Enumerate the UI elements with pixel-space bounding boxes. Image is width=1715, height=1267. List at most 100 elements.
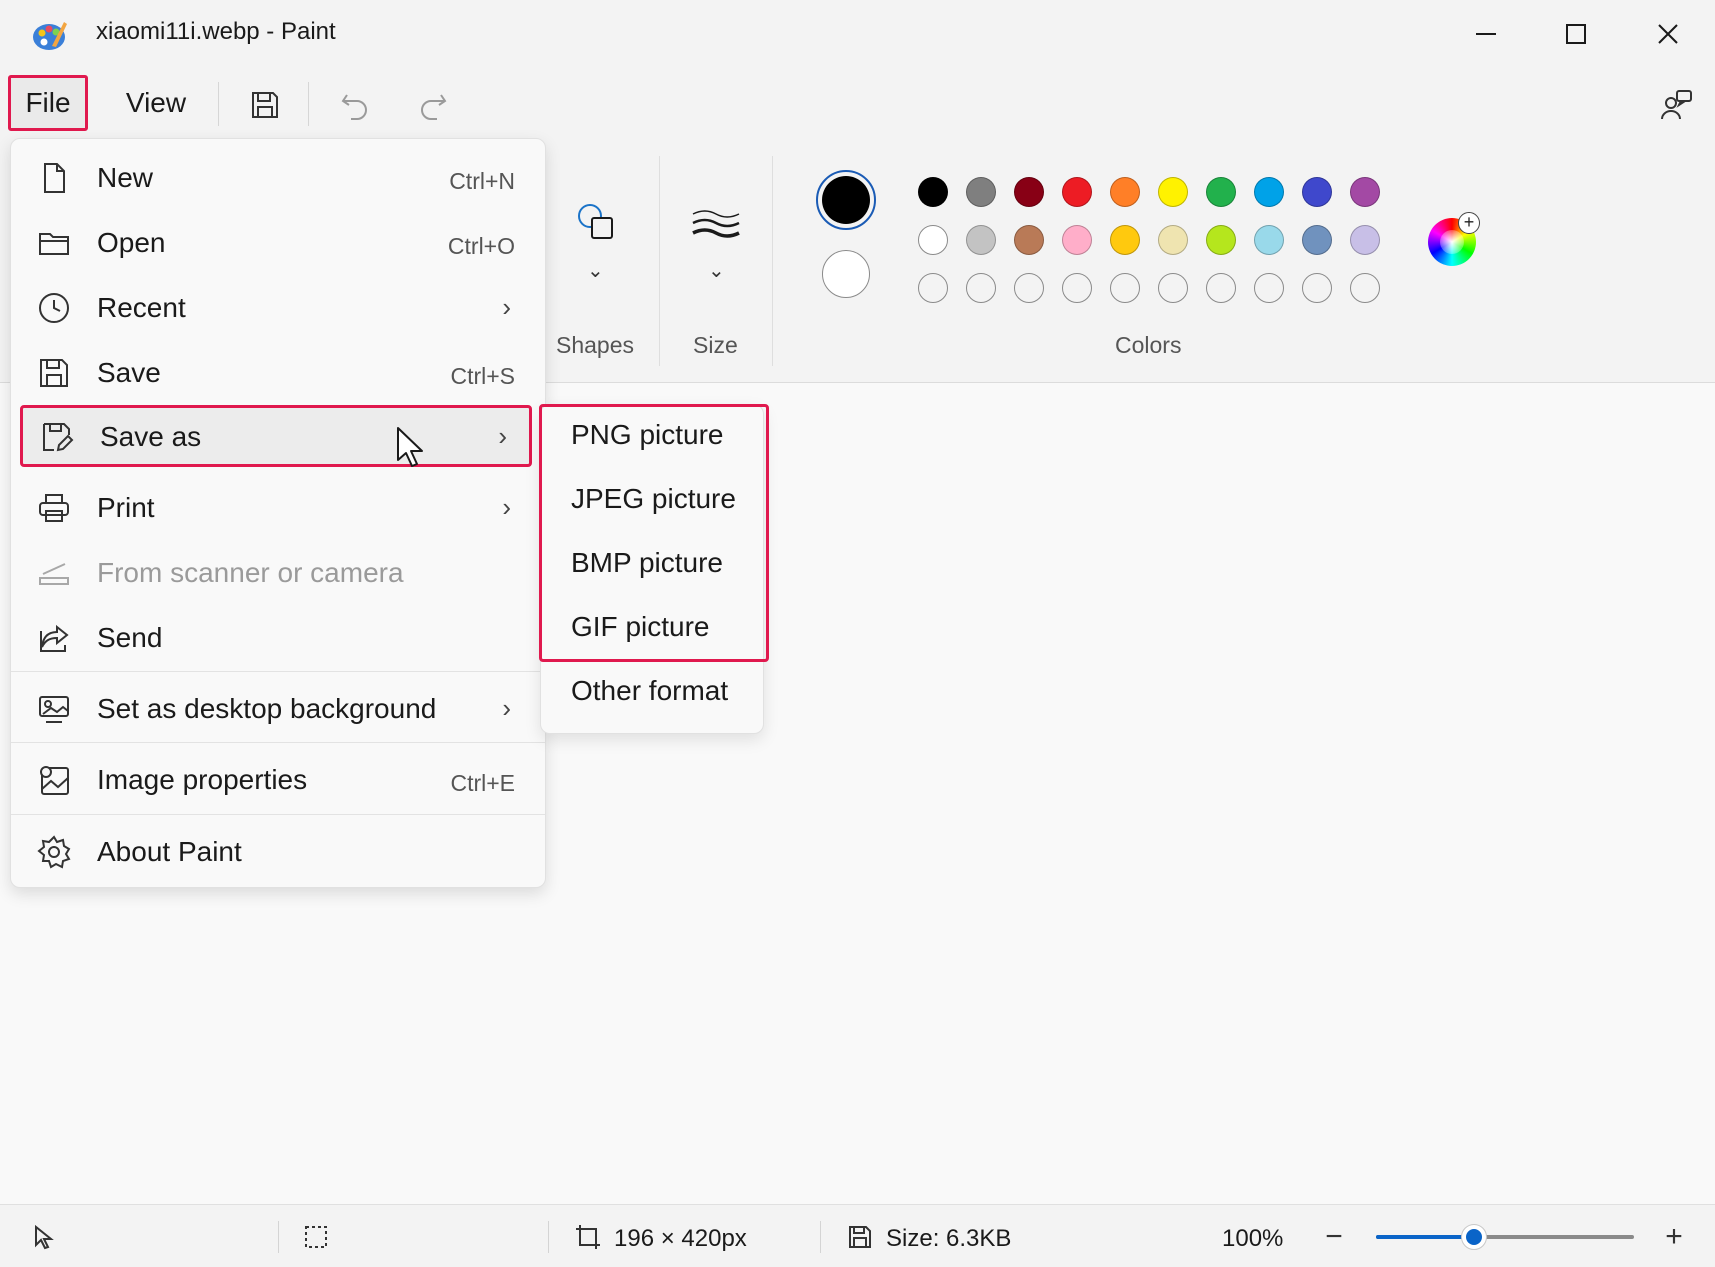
menu-item-send[interactable]: Send bbox=[11, 606, 545, 668]
undo-button[interactable] bbox=[330, 80, 380, 130]
send-share-icon bbox=[37, 621, 71, 655]
zoom-slider[interactable] bbox=[1376, 1235, 1634, 1239]
submenu-item-label: BMP picture bbox=[571, 547, 723, 578]
custom-color-slot[interactable] bbox=[1206, 273, 1236, 303]
save-as-gif[interactable]: GIF picture bbox=[541, 597, 765, 657]
color-swatch[interactable] bbox=[1350, 177, 1380, 207]
menu-item-save-as[interactable]: Save as › bbox=[20, 405, 532, 467]
color-swatch[interactable] bbox=[1062, 225, 1092, 255]
save-as-submenu: PNG picture JPEG picture BMP picture GIF… bbox=[540, 404, 764, 734]
custom-color-slot[interactable] bbox=[1014, 273, 1044, 303]
menu-item-scanner: From scanner or camera bbox=[11, 541, 545, 603]
primary-color-button[interactable] bbox=[816, 170, 876, 230]
size-button[interactable] bbox=[686, 196, 746, 256]
color-swatch[interactable] bbox=[1254, 177, 1284, 207]
clock-icon bbox=[37, 291, 71, 325]
color-swatch[interactable] bbox=[918, 225, 948, 255]
save-as-bmp[interactable]: BMP picture bbox=[541, 533, 765, 593]
minimize-button[interactable] bbox=[1446, 8, 1526, 60]
chevron-right-icon: › bbox=[502, 492, 511, 522]
submenu-item-label: JPEG picture bbox=[571, 483, 736, 514]
plus-icon: + bbox=[1665, 1220, 1683, 1253]
canvas-dimensions: 196 × 420px bbox=[614, 1225, 747, 1252]
maximize-button[interactable] bbox=[1536, 8, 1616, 60]
color-swatch[interactable] bbox=[1302, 225, 1332, 255]
color-swatch[interactable] bbox=[1302, 177, 1332, 207]
chevron-down-icon[interactable]: ⌄ bbox=[587, 258, 604, 283]
shortcut-text: Ctrl+S bbox=[450, 363, 515, 389]
save-as-other-format[interactable]: Other format bbox=[541, 661, 765, 721]
color-swatch[interactable] bbox=[966, 177, 996, 207]
file-menu-button[interactable]: File bbox=[8, 75, 88, 131]
custom-color-slot[interactable] bbox=[1158, 273, 1188, 303]
add-color-icon: + bbox=[1458, 212, 1480, 234]
zoom-slider-thumb[interactable] bbox=[1461, 1224, 1488, 1250]
menu-item-print[interactable]: Print › bbox=[11, 476, 545, 538]
menu-item-open[interactable]: Open Ctrl+O bbox=[11, 211, 545, 273]
color-swatch[interactable] bbox=[1110, 225, 1140, 255]
mouse-cursor-icon bbox=[397, 427, 423, 467]
minimize-icon bbox=[1476, 33, 1496, 35]
scanner-icon bbox=[37, 556, 71, 590]
quick-save-button[interactable] bbox=[240, 80, 290, 130]
color-swatch[interactable] bbox=[1206, 177, 1236, 207]
custom-color-slot[interactable] bbox=[1062, 273, 1092, 303]
color-swatch[interactable] bbox=[1254, 225, 1284, 255]
save-as-jpeg[interactable]: JPEG picture bbox=[541, 469, 765, 529]
chevron-right-icon: › bbox=[502, 292, 511, 322]
share-button[interactable] bbox=[1652, 80, 1702, 130]
custom-color-slot[interactable] bbox=[918, 273, 948, 303]
paint-palette-icon bbox=[33, 22, 67, 50]
secondary-color-button[interactable] bbox=[822, 250, 870, 298]
new-file-icon bbox=[37, 161, 71, 195]
shortcut-text: Ctrl+N bbox=[449, 168, 515, 194]
menu-item-label: Recent bbox=[97, 292, 186, 323]
color-swatch[interactable] bbox=[1158, 225, 1188, 255]
shortcut-text: Ctrl+O bbox=[447, 233, 515, 259]
folder-icon bbox=[37, 226, 71, 260]
status-divider bbox=[548, 1221, 549, 1253]
close-button[interactable] bbox=[1628, 8, 1708, 60]
color-swatch[interactable] bbox=[1014, 177, 1044, 207]
save-icon bbox=[252, 92, 278, 118]
custom-color-slot[interactable] bbox=[1350, 273, 1380, 303]
maximize-icon bbox=[1566, 24, 1586, 44]
view-menu-button[interactable]: View bbox=[112, 75, 200, 131]
zoom-level: 100% bbox=[1222, 1225, 1284, 1252]
color-swatch[interactable] bbox=[966, 225, 996, 255]
menu-item-new[interactable]: New Ctrl+N bbox=[11, 146, 545, 208]
menu-item-recent[interactable]: Recent › bbox=[11, 276, 545, 338]
menu-item-label: Save as bbox=[100, 421, 202, 452]
zoom-out-button[interactable]: − bbox=[1316, 1219, 1352, 1255]
color-swatch[interactable] bbox=[1062, 177, 1092, 207]
menu-item-desktop-background[interactable]: Set as desktop background › bbox=[11, 677, 545, 739]
color-swatch[interactable] bbox=[1350, 225, 1380, 255]
color-swatch[interactable] bbox=[1158, 177, 1188, 207]
shapes-button[interactable] bbox=[566, 192, 626, 252]
canvas-size-icon bbox=[574, 1223, 602, 1251]
shapes-group-label: Shapes bbox=[556, 332, 635, 358]
size-group-label: Size bbox=[693, 332, 738, 358]
redo-button[interactable] bbox=[408, 80, 458, 130]
custom-color-slot[interactable] bbox=[966, 273, 996, 303]
color-swatch[interactable] bbox=[1206, 225, 1236, 255]
submenu-item-label: PNG picture bbox=[571, 419, 724, 450]
custom-color-slot[interactable] bbox=[1302, 273, 1332, 303]
chevron-down-icon[interactable]: ⌄ bbox=[708, 258, 725, 283]
menu-item-image-properties[interactable]: Image properties Ctrl+E bbox=[11, 748, 545, 810]
custom-color-slot[interactable] bbox=[1254, 273, 1284, 303]
status-bar: 196 × 420px Size: 6.3KB 100% − + bbox=[0, 1204, 1715, 1267]
custom-color-slot[interactable] bbox=[1110, 273, 1140, 303]
zoom-in-button[interactable]: + bbox=[1656, 1219, 1692, 1255]
save-as-png[interactable]: PNG picture bbox=[541, 405, 765, 465]
color-swatch[interactable] bbox=[1014, 225, 1044, 255]
chevron-right-icon: › bbox=[498, 421, 507, 451]
redo-icon bbox=[421, 94, 447, 120]
menu-item-about[interactable]: About Paint bbox=[11, 820, 545, 882]
file-menu: New Ctrl+N Open Ctrl+O Recent › Save Ctr… bbox=[10, 138, 546, 888]
color-swatch[interactable] bbox=[1110, 177, 1140, 207]
menu-item-save[interactable]: Save Ctrl+S bbox=[11, 341, 545, 403]
color-swatch[interactable] bbox=[918, 177, 948, 207]
zoom-thumb-dot bbox=[1466, 1229, 1483, 1245]
gear-icon bbox=[37, 835, 71, 869]
